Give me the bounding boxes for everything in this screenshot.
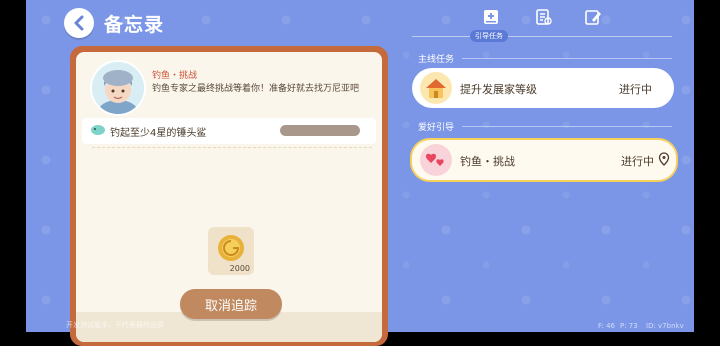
footer-id: ID: v7bnkv: [646, 322, 684, 330]
section-divider: [462, 126, 672, 127]
npc-portrait-icon: [92, 62, 144, 114]
npc-avatar: [90, 60, 146, 116]
tab-guide-tasks[interactable]: [482, 8, 500, 26]
main-task-card[interactable]: 提升发展家等级 进行中: [412, 68, 674, 108]
hearts-icon: [420, 144, 452, 176]
tabs-divider: [412, 36, 672, 37]
footer-fps: F: 46: [598, 322, 615, 330]
fish-icon: [91, 125, 105, 135]
task-objective: 钓起至少4星的锤头鲨: [110, 128, 207, 139]
section-divider: [462, 58, 672, 59]
tab-records[interactable]: [534, 8, 552, 26]
section-label-main: 主线任务: [418, 55, 455, 65]
coin-icon: [218, 235, 244, 261]
reward-count: 2000: [229, 264, 250, 273]
edit-note-icon: [585, 10, 601, 25]
reward-item[interactable]: 2000: [208, 227, 254, 275]
page-title: 备忘录: [104, 14, 165, 36]
task-title: 提升发展家等级: [460, 83, 537, 96]
quest-name: 钓鱼・挑战: [152, 71, 198, 81]
back-arrow-icon: [74, 15, 84, 31]
tab-notes[interactable]: [584, 8, 602, 26]
section-label-hobby: 爱好引导: [418, 123, 455, 133]
task-title: 钓鱼・挑战: [460, 155, 515, 168]
footer-ping: P: 73: [620, 322, 638, 330]
task-status: 进行中: [621, 155, 654, 168]
guide-tasks-icon: [484, 10, 498, 24]
location-pin-icon[interactable]: [658, 152, 670, 166]
cancel-tracking-button[interactable]: 取消追踪: [180, 289, 282, 319]
hobby-task-card[interactable]: 钓鱼・挑战 进行中: [410, 138, 678, 182]
active-tab-label: 引导任务: [470, 30, 508, 42]
quest-description: 钓鱼专家之最终挑战等着你！准备好就去找万尼亚吧: [152, 84, 360, 94]
divider: [92, 147, 372, 148]
back-button[interactable]: [64, 8, 94, 38]
footer-watermark: 开发测试版本，不代表最终品质: [66, 321, 164, 329]
house-icon: [420, 72, 452, 104]
task-status: 进行中: [619, 83, 652, 96]
task-progress-bar: [280, 125, 360, 136]
notebook-icon: [536, 9, 552, 25]
